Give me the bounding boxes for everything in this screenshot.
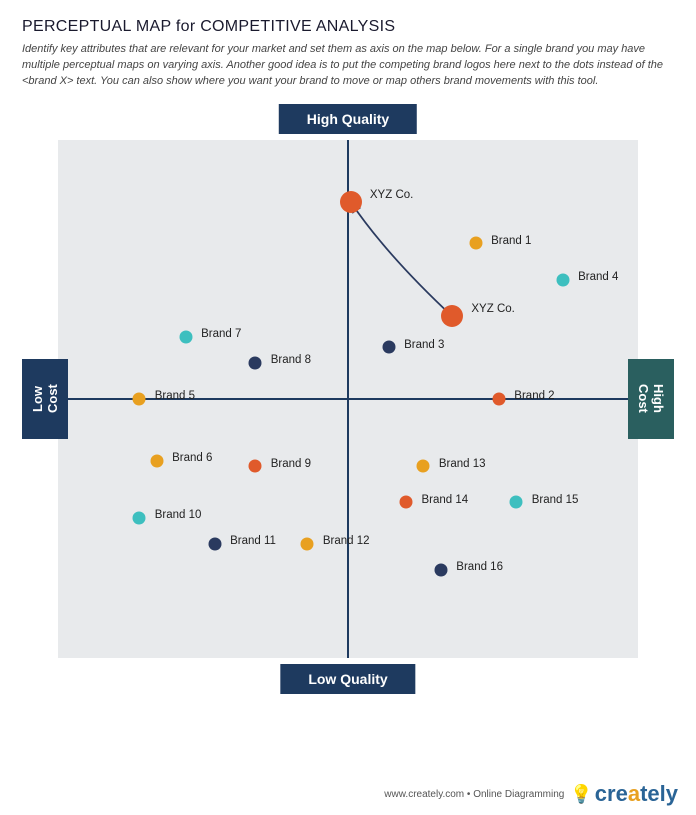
dot-brand3 [382, 341, 395, 354]
dot-brand7 [179, 330, 192, 343]
dot-brand15 [510, 496, 523, 509]
dot-brand9 [249, 460, 262, 473]
label-brand9: Brand 9 [271, 458, 311, 470]
title-normal: for COMPETITIVE ANALYSIS [171, 18, 395, 35]
bulb-icon: 💡 [570, 784, 592, 805]
dot-brand8 [249, 356, 262, 369]
label-brand11: Brand 11 [230, 535, 276, 547]
chart-container: High Quality Low Quality Low Cost High C… [22, 104, 674, 694]
page-wrapper: PERCEPTUAL MAP for COMPETITIVE ANALYSIS … [0, 0, 696, 815]
label-brand12: Brand 12 [323, 535, 370, 547]
label-brand8: Brand 8 [271, 354, 311, 366]
label-brand15: Brand 15 [532, 494, 579, 506]
dot-brand5 [133, 392, 146, 405]
map-area: XYZ Co. XYZ Co. Brand 1 Brand 4 Brand 3 Brand… [58, 140, 638, 658]
dot-xyz2 [441, 305, 463, 327]
dot-brand2 [492, 392, 505, 405]
label-brand16: Brand 16 [456, 561, 503, 573]
label-brand4: Brand 4 [578, 271, 618, 283]
dot-xyz1 [340, 191, 362, 213]
axis-right-label: High Cost [628, 359, 674, 439]
label-brand14: Brand 14 [422, 494, 469, 506]
dot-brand6 [150, 454, 163, 467]
dot-brand14 [400, 496, 413, 509]
footer-url: www.creately.com • Online Diagramming [384, 789, 564, 800]
description-text: Identify key attributes that are relevan… [22, 42, 674, 90]
label-brand13: Brand 13 [439, 458, 486, 470]
dot-brand13 [417, 460, 430, 473]
title-bold: PERCEPTUAL MAP [22, 18, 171, 35]
creately-logo: creately [595, 781, 678, 807]
axis-left-label: Low Cost [22, 359, 68, 439]
dot-brand1 [469, 237, 482, 250]
label-brand3: Brand 3 [404, 339, 444, 351]
label-xyz1: XYZ Co. [370, 189, 413, 201]
label-xyz2: XYZ Co. [471, 303, 514, 315]
axis-top-label: High Quality [279, 104, 417, 134]
dot-brand16 [434, 563, 447, 576]
label-brand2: Brand 2 [514, 390, 554, 402]
axis-bottom-label: Low Quality [280, 664, 415, 694]
dot-brand10 [133, 511, 146, 524]
page-title: PERCEPTUAL MAP for COMPETITIVE ANALYSIS [22, 18, 674, 36]
dot-brand4 [556, 273, 569, 286]
footer: www.creately.com • Online Diagramming 💡 … [384, 781, 678, 807]
label-brand10: Brand 10 [155, 509, 202, 521]
label-brand1: Brand 1 [491, 235, 531, 247]
dot-brand11 [208, 537, 221, 550]
label-brand5: Brand 5 [155, 390, 195, 402]
label-brand6: Brand 6 [172, 452, 212, 464]
label-brand7: Brand 7 [201, 328, 241, 340]
dot-brand12 [301, 537, 314, 550]
